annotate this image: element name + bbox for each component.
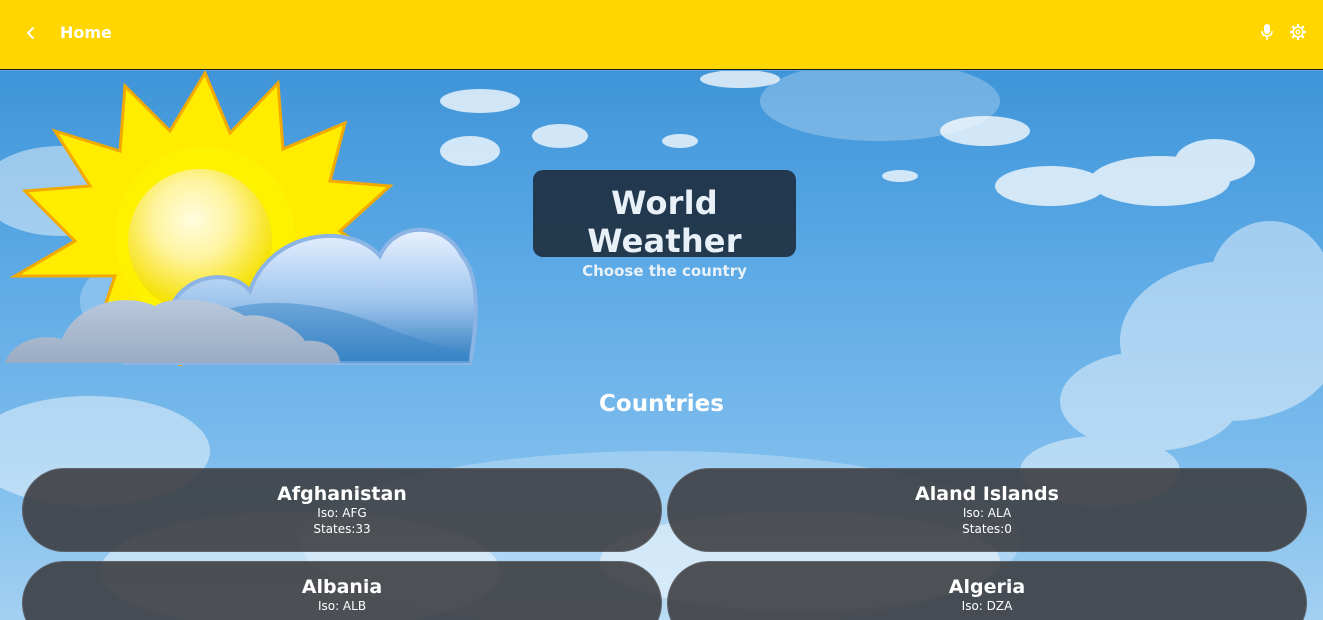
country-states: States:33 [313, 522, 371, 536]
gear-icon [1290, 24, 1306, 40]
chevron-left-icon [27, 27, 34, 39]
country-name: Algeria [948, 576, 1026, 598]
country-name: Afghanistan [277, 483, 407, 505]
sun-cloud-illustration [5, 71, 478, 366]
mic-icon [1261, 24, 1273, 40]
country-card-albania[interactable]: Albania Iso: ALB [22, 561, 662, 620]
section-title-countries: Countries [599, 391, 724, 417]
country-card-afghanistan[interactable]: Afghanistan Iso: AFG States:33 [22, 468, 662, 552]
country-card-algeria[interactable]: Algeria Iso: DZA [667, 561, 1307, 620]
country-iso: Iso: ALB [317, 599, 367, 613]
country-card-aland-islands[interactable]: Aland Islands Iso: ALA States:0 [667, 468, 1307, 552]
country-iso: Iso: ALA [962, 506, 1012, 520]
country-name: Aland Islands [915, 483, 1059, 505]
hero-card: World Weather Choose the country [533, 170, 796, 280]
mic-button[interactable] [1257, 21, 1277, 43]
country-iso: Iso: AFG [317, 506, 367, 520]
country-states: States:0 [962, 522, 1012, 536]
app-subtitle: Choose the country [582, 262, 747, 280]
country-iso: Iso: DZA [961, 599, 1013, 613]
country-name: Albania [301, 576, 383, 598]
app-bar: Home [0, 0, 1323, 70]
app-title: World Weather [587, 184, 742, 260]
back-button[interactable] [18, 20, 44, 46]
settings-button[interactable] [1287, 21, 1309, 43]
app-bar-title: Home [60, 23, 112, 42]
